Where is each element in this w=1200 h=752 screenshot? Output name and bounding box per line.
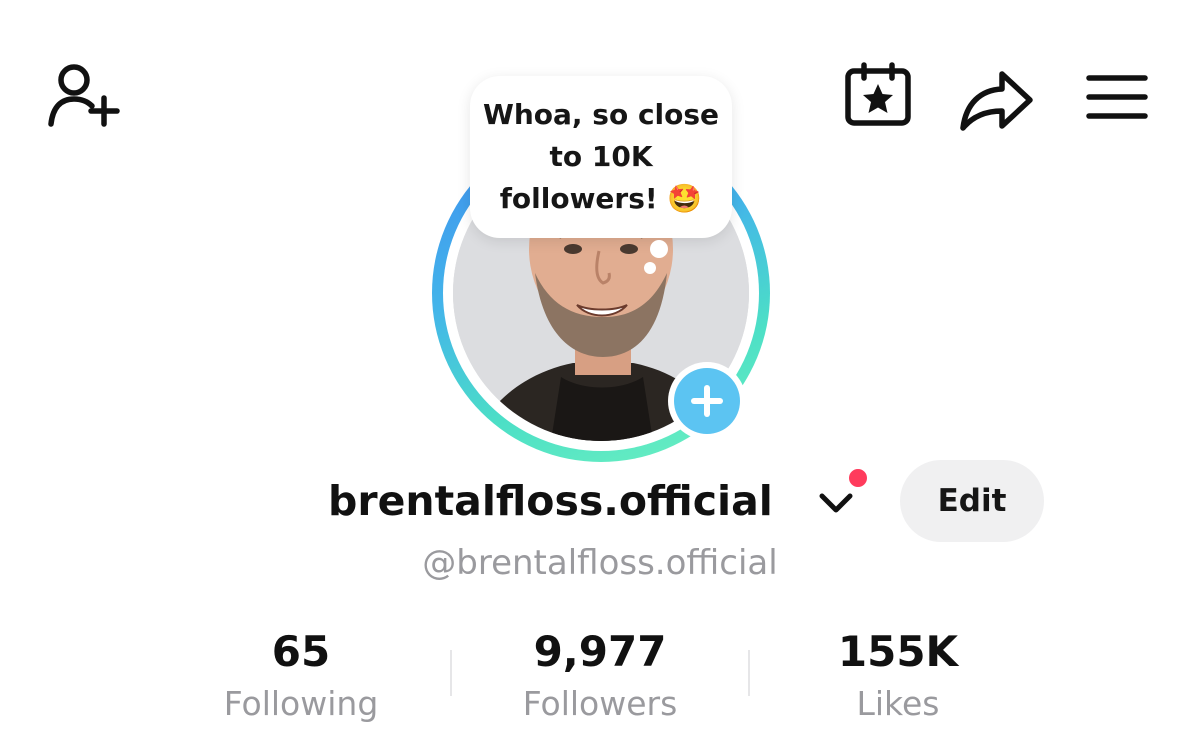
stat-following[interactable]: 65 Following: [151, 624, 451, 728]
stat-label: Following: [223, 684, 379, 723]
stat-value: 155K: [837, 627, 959, 676]
stat-value: 9,977: [533, 627, 667, 676]
stat-label: Likes: [856, 684, 940, 723]
status-bubble[interactable]: Whoa, so close to 10K followers! 🤩: [470, 76, 732, 238]
share-arrow-icon[interactable]: [958, 68, 1036, 132]
notification-dot: [846, 466, 870, 490]
bubble-tail-dot: [650, 240, 668, 258]
bubble-tail-dot-small: [644, 262, 656, 274]
chevron-down-icon[interactable]: [816, 488, 856, 518]
plus-icon: [674, 368, 740, 434]
calendar-star-icon[interactable]: [840, 62, 916, 130]
hamburger-menu-icon[interactable]: [1084, 72, 1150, 124]
add-friend-icon[interactable]: [44, 60, 124, 132]
stat-label: Followers: [522, 684, 678, 723]
edit-profile-button[interactable]: Edit: [900, 460, 1044, 542]
username: @brentalfloss.official: [422, 543, 778, 583]
stat-likes[interactable]: 155K Likes: [748, 624, 1048, 728]
stat-value: 65: [271, 627, 331, 676]
add-story-button[interactable]: [668, 362, 746, 440]
stat-followers[interactable]: 9,977 Followers: [450, 624, 750, 728]
display-name[interactable]: brentalfloss.official: [328, 472, 773, 530]
bubble-text: Whoa, so close to 10K followers! 🤩: [482, 98, 720, 215]
